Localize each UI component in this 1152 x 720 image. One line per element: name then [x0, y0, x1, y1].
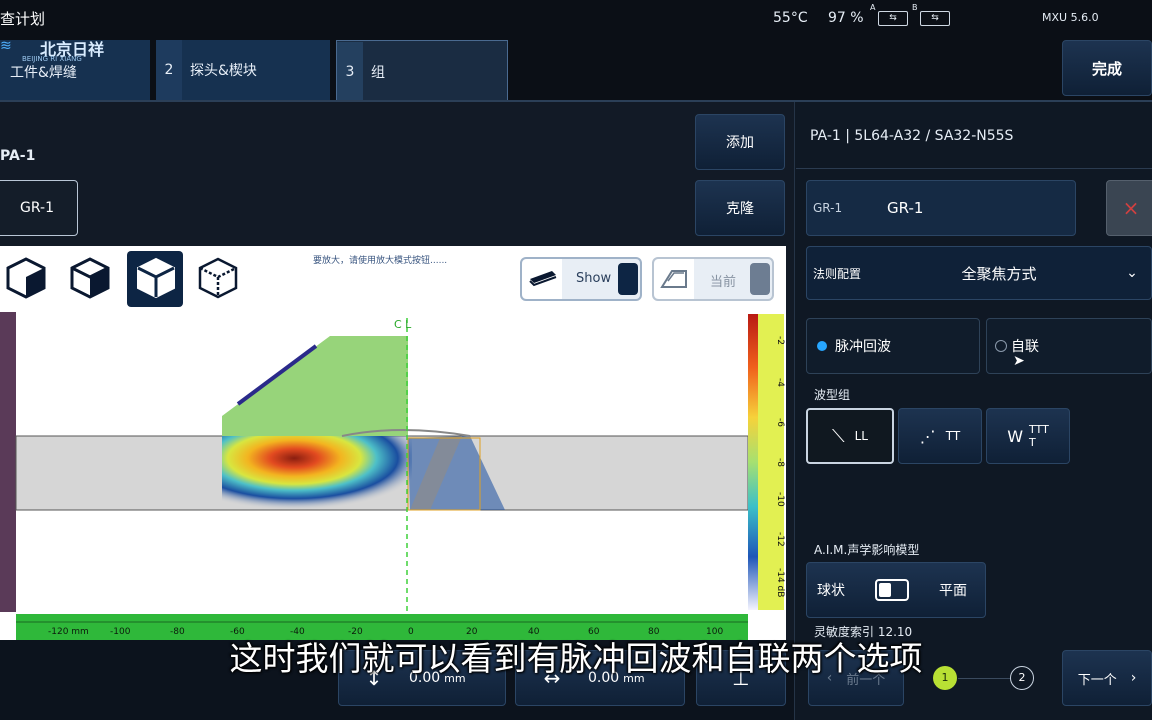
tab-group[interactable]: 3 组: [336, 40, 508, 102]
pulse-echo-radio[interactable]: 脉冲回波: [806, 318, 980, 374]
logo-wave-icon: ≋: [0, 38, 12, 54]
toggle-switch[interactable]: [875, 579, 909, 601]
wave-ll-button[interactable]: ⟍ LL: [806, 408, 894, 464]
app-title: 查计划: [0, 10, 46, 28]
gr-field[interactable]: GR-1 GR-1: [806, 180, 1076, 236]
view-cube-buttons: [0, 250, 250, 308]
db-tick: -4: [775, 378, 785, 387]
ll-wave-icon: ⟍: [832, 425, 845, 447]
scan-scene: C L -2 -4 -6 -8 -10 -12 -14 dB -120 mm -…: [0, 312, 785, 640]
toggle-knob: [618, 263, 638, 295]
aim-label: A.I.M.声学影响模型: [814, 543, 920, 557]
tt-wave-icon: ⋰: [919, 426, 936, 446]
db-tick: -10: [775, 492, 785, 507]
battery-b-icon: B ⇆: [912, 3, 952, 27]
wave-tt-button[interactable]: ⋰ TT: [898, 408, 982, 464]
db-tick: -2: [775, 336, 785, 345]
battery-readout: 97 %: [828, 10, 864, 26]
cube-side-icon[interactable]: [70, 257, 110, 299]
db-tick: -12: [775, 532, 785, 547]
gr-select-button[interactable]: GR-1: [0, 180, 78, 236]
db-tick: -8: [775, 458, 785, 467]
delete-group-button[interactable]: ×: [1106, 180, 1152, 236]
wedge: [222, 336, 408, 436]
tab-probe-wedge[interactable]: 2 探头&楔块: [156, 40, 330, 100]
law-config-select[interactable]: 法则配置 全聚焦方式 ⌄: [806, 246, 1152, 300]
temperature-readout: 55°C: [773, 10, 808, 26]
chevron-down-icon: ⌄: [1126, 265, 1138, 281]
wave-ttt-button[interactable]: W TTT T: [986, 408, 1070, 464]
probe-title: PA-1 | 5L64-A32 / SA32-N55S: [810, 128, 1014, 144]
current-toggle[interactable]: 当前: [652, 257, 774, 301]
beam-focus-field: [222, 436, 412, 510]
status-bar: [0, 0, 1152, 40]
house-icon: [654, 259, 694, 299]
plate-icon: [522, 259, 562, 299]
toggle-knob: [750, 263, 770, 295]
wave-group-label: 波型组: [814, 388, 851, 402]
cube-wireframe-icon[interactable]: [198, 257, 238, 299]
group-name: PA-1: [0, 148, 36, 164]
db-tick: -14 dB: [775, 568, 785, 597]
clone-button[interactable]: 克隆: [695, 180, 785, 236]
radio-selected-icon: [817, 341, 827, 351]
show-toggle[interactable]: Show: [520, 257, 642, 301]
cube-iso-icon[interactable]: [6, 257, 46, 299]
cube-selected-icon[interactable]: [127, 251, 183, 307]
mouse-cursor-icon: ➤: [1013, 353, 1025, 369]
divider: [796, 168, 1152, 169]
version-label: MXU 5.6.0: [1042, 11, 1099, 24]
color-scale: [748, 314, 758, 610]
self-tandem-radio[interactable]: 自联 ➤: [986, 318, 1152, 374]
ttt-wave-icon: W: [1007, 426, 1024, 446]
brand-logo: ≋ 北京日祥 BEIJING RI XIANG: [0, 38, 105, 63]
left-scroll-strip: [0, 312, 16, 612]
current-label: 当前: [710, 275, 737, 290]
zoom-hint: 要放大，请使用放大模式按钮......: [313, 256, 448, 266]
close-icon: ×: [1122, 196, 1140, 220]
add-button[interactable]: 添加: [695, 114, 785, 170]
show-label: Show: [576, 271, 612, 286]
video-subtitle: 这时我们就可以看到有脉冲回波和自联两个选项: [229, 639, 923, 678]
finish-button[interactable]: 完成: [1062, 40, 1152, 96]
db-tick: -6: [775, 418, 785, 427]
aim-model-toggle[interactable]: 球状 平面: [806, 562, 986, 618]
radio-empty-icon: [995, 340, 1007, 352]
battery-a-icon: A ⇆: [870, 3, 910, 27]
cl-label: C L: [394, 318, 412, 331]
